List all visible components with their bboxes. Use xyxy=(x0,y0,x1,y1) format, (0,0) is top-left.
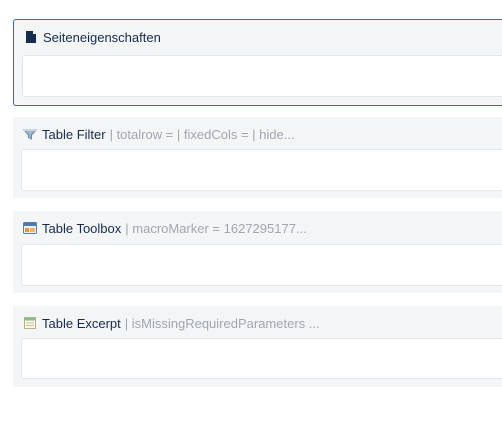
macro-title: Table Excerpt xyxy=(42,315,121,331)
macro-page-properties[interactable]: Seiteneigenschaften xyxy=(13,19,502,106)
filter-icon xyxy=(23,127,38,141)
macro-title: Table Toolbox xyxy=(42,220,122,236)
macro-table-excerpt[interactable]: Table Excerpt | isMissingRequiredParamet… xyxy=(13,306,502,387)
macro-title: Table Filter xyxy=(42,126,106,142)
macro-header[interactable]: Table Excerpt | isMissingRequiredParamet… xyxy=(23,306,502,340)
macro-header[interactable]: Table Filter | totalrow = | fixedCols = … xyxy=(23,117,502,151)
macro-header[interactable]: Table Toolbox | macroMarker = 1627295177… xyxy=(23,211,502,245)
macro-params: | macroMarker = 1627295177... xyxy=(125,220,307,236)
macro-body[interactable] xyxy=(21,149,502,191)
macro-table-toolbox[interactable]: Table Toolbox | macroMarker = 1627295177… xyxy=(13,211,502,293)
macro-params: | totalrow = | fixedCols = | hide... xyxy=(109,126,295,142)
macro-body[interactable] xyxy=(21,244,502,286)
macro-table-filter[interactable]: Table Filter | totalrow = | fixedCols = … xyxy=(13,117,502,198)
excerpt-icon xyxy=(23,316,37,330)
macro-params: | isMissingRequiredParameters ... xyxy=(124,315,320,331)
macro-body[interactable] xyxy=(21,338,502,379)
macro-title: Seiteneigenschaften xyxy=(43,29,161,45)
page-icon xyxy=(24,30,38,44)
macro-body[interactable] xyxy=(22,55,502,97)
macro-header[interactable]: Seiteneigenschaften xyxy=(24,20,502,54)
toolbox-icon xyxy=(23,221,37,235)
editor-canvas: Seiteneigenschaften Table Filter | total… xyxy=(0,0,502,438)
